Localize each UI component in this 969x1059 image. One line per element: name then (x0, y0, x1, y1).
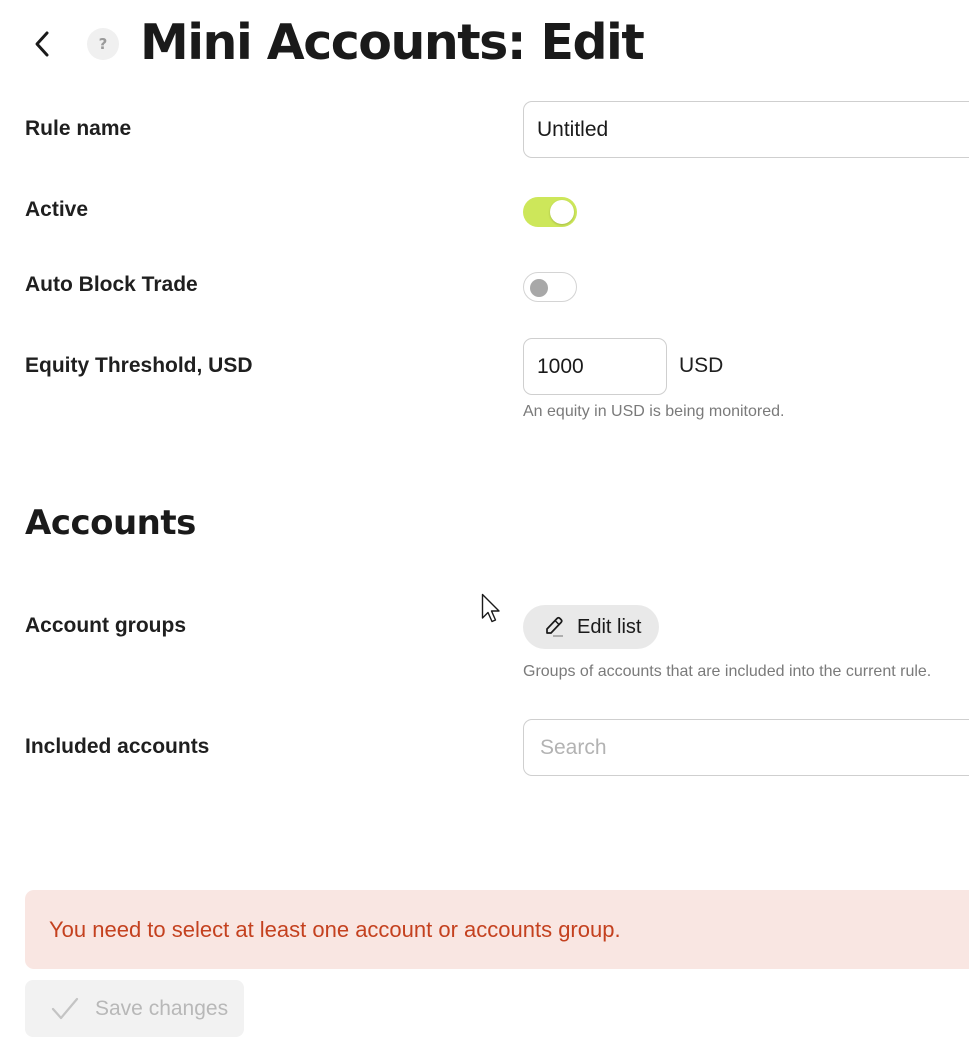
page: ? Mini Accounts: Edit Rule name Active A… (0, 0, 969, 1059)
chevron-left-icon (35, 31, 49, 57)
equity-threshold-label: Equity Threshold, USD (25, 354, 253, 377)
checkmark-icon (51, 997, 79, 1019)
equity-unit: USD (679, 354, 724, 377)
save-changes-label: Save changes (95, 996, 229, 1020)
included-accounts-search-input[interactable] (523, 719, 969, 776)
accounts-section-title: Accounts (25, 503, 196, 543)
page-title: Mini Accounts: Edit (140, 14, 645, 71)
edit-list-button[interactable]: Edit list (523, 605, 659, 649)
pencil-icon (546, 616, 563, 637)
auto-block-trade-toggle[interactable] (523, 272, 577, 302)
auto-block-trade-label: Auto Block Trade (25, 273, 198, 296)
included-accounts-label: Included accounts (25, 735, 210, 758)
help-icon: ? (98, 35, 108, 53)
toggle-knob (530, 279, 548, 297)
active-label: Active (25, 198, 89, 221)
account-groups-label: Account groups (25, 614, 186, 637)
active-toggle[interactable] (523, 197, 577, 227)
edit-list-label: Edit list (577, 615, 642, 638)
equity-hint: An equity in USD is being monitored. (523, 403, 785, 420)
rule-name-input[interactable] (523, 101, 969, 158)
equity-threshold-input[interactable] (523, 338, 667, 395)
error-message: You need to select at least one account … (49, 916, 621, 942)
toggle-knob (550, 200, 574, 224)
help-button[interactable]: ? (87, 28, 119, 60)
mouse-cursor-icon (481, 593, 500, 623)
save-changes-button[interactable]: Save changes (25, 980, 244, 1037)
back-button[interactable] (22, 24, 62, 64)
account-groups-hint: Groups of accounts that are included int… (523, 663, 932, 680)
rule-name-label: Rule name (25, 117, 132, 140)
error-banner: You need to select at least one account … (25, 890, 969, 969)
